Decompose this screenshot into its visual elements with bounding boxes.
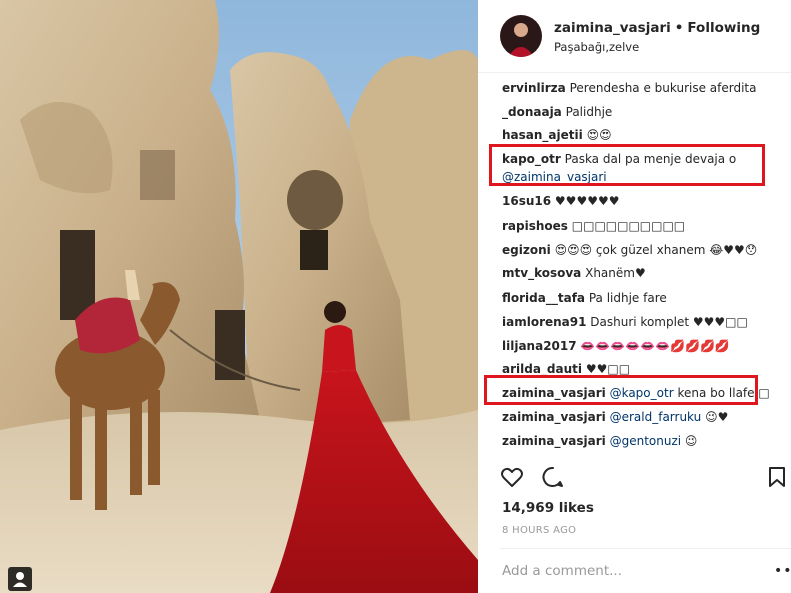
comment-text: Dashuri komplet ♥♥♥□□ [590,315,748,329]
divider [500,548,791,549]
comment-username[interactable]: zaimina_vasjari [502,434,606,448]
comment-text: Perendesha e bukurise aferdita [569,81,757,95]
comment-username[interactable]: arilda_dauti [502,362,582,376]
post-sidebar: zaimina_vasjari • Following Paşabağı,zelve… [478,0,791,593]
comment-item: iamlorena91 Dashuri komplet ♥♥♥□□ [502,315,748,330]
comment-item: rapishoes □□□□□□□□□□ [502,219,685,234]
comment-bubble-icon[interactable] [541,465,565,493]
comment-text: 😍😍😍 çok güzel xhanem 😂♥♥😯 [554,243,758,257]
comment-item: egizoni 😍😍😍 çok güzel xhanem 😂♥♥😯 [502,243,757,258]
avatar[interactable] [500,15,542,57]
comment-username[interactable]: egizoni [502,243,551,257]
comment-username[interactable]: liljana2017 [502,339,577,353]
comment-text: 😍😍 [586,128,612,142]
comment-username[interactable]: florida__tafa [502,291,585,305]
comment-item: mtv_kosova Xhanëm♥ [502,266,646,281]
comment-text: 😉♥ [705,410,729,424]
comment-username[interactable]: rapishoes [502,219,568,233]
highlight-box [484,375,758,405]
follow-status[interactable]: Following [687,20,760,36]
comment-username[interactable]: _donaaja [502,105,562,119]
bookmark-icon[interactable] [767,466,787,492]
comment-mention[interactable]: @erald_farruku [610,410,702,424]
comment-text: 😉 [684,434,698,448]
location-link[interactable]: Paşabağı,zelve [554,40,639,54]
comment-item: hasan_ajetii 😍😍 [502,128,612,143]
comment-username[interactable]: zaimina_vasjari [502,410,606,424]
comment-username[interactable]: 16su16 [502,194,551,208]
separator-dot: • [674,20,684,36]
photo-illustration [0,0,478,593]
comment-item: zaimina_vasjari @erald_farruku 😉♥ [502,410,728,425]
comment-text: ♥♥□□ [585,362,631,376]
post-author: zaimina_vasjari • Following [554,20,760,36]
comment-item: 16su16 ♥♥♥♥♥♥ [502,194,619,209]
post-header: zaimina_vasjari • Following Paşabağı,zelve [478,0,791,73]
comment-mention[interactable]: @gentonuzi [610,434,682,448]
comment-username[interactable]: iamlorena91 [502,315,586,329]
comment-item: liljana2017 👄👄👄👄👄👄💋💋💋💋 [502,339,730,354]
more-options-icon[interactable]: ••• [774,563,791,579]
comment-item: _donaaja Palidhje [502,105,612,120]
comment-item: florida__tafa Pa lidhje fare [502,291,667,306]
comment-item: zaimina_vasjari @gentonuzi 😉 [502,434,697,449]
heart-icon[interactable] [500,465,524,493]
comment-text: Pa lidhje fare [588,291,667,305]
person-tag-icon[interactable] [8,567,32,591]
author-username[interactable]: zaimina_vasjari [554,20,671,36]
comment-text: Xhanëm♥ [585,266,646,280]
comment-text: ♥♥♥♥♥♥ [554,194,620,208]
post-photo[interactable] [0,0,478,593]
comment-text: □□□□□□□□□□ [571,219,686,233]
comment-username[interactable]: hasan_ajetii [502,128,583,142]
post-timestamp[interactable]: 8 HOURS AGO [502,525,576,536]
highlight-box [489,144,765,186]
comment-item: ervinlirza Perendesha e bukurise aferdit… [502,81,756,96]
like-count[interactable]: 14,969 likes [502,500,594,516]
comment-username[interactable]: mtv_kosova [502,266,581,280]
comment-username[interactable]: ervinlirza [502,81,566,95]
comment-text: Palidhje [565,105,613,119]
comment-text: 👄👄👄👄👄👄💋💋💋💋 [580,339,730,353]
add-comment-input[interactable]: Add a comment... [502,563,622,579]
